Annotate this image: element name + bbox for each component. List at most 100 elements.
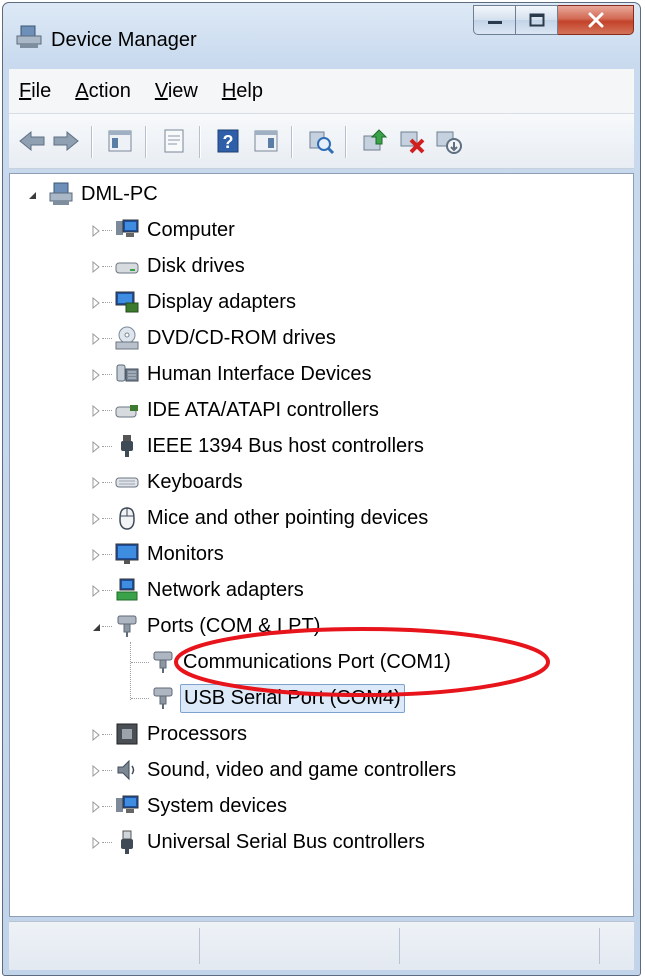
help-icon[interactable]: ? [213,126,243,156]
device-manager-window: Device Manager File Action View Help ? D… [2,2,641,976]
tree-node-label: Communications Port (COM1) [183,650,451,673]
tree-connector-line [102,374,112,376]
expand-arrow-icon[interactable] [90,548,102,562]
tree-category-computer[interactable]: Computer [114,214,238,246]
tree-root-dml-pc[interactable]: DML-PC [48,178,161,210]
tree-node-label: Keyboards [147,470,243,493]
collapse-arrow-icon[interactable] [26,188,38,200]
menu-action[interactable]: Action [75,78,131,105]
hid-icon [114,361,140,387]
tree-category-human-interface-devices[interactable]: Human Interface Devices [114,358,375,390]
tree-node-label: IEEE 1394 Bus host controllers [147,434,424,457]
computer-root-icon [48,181,74,207]
tree-node-label: Network adapters [147,578,304,601]
device-manager-icon [16,25,42,48]
menu-file[interactable]: File [19,78,51,105]
tree-connector-line [131,662,149,664]
menu-label-rest: iew [167,79,198,102]
svg-text:?: ? [223,132,234,152]
expand-arrow-icon[interactable] [90,332,102,346]
expand-arrow-icon[interactable] [90,260,102,274]
device-tree-pane[interactable]: DML-PC Computer Disk drives Display adapter… [9,173,634,917]
tree-category-keyboards[interactable]: Keyboards [114,466,246,498]
back-icon[interactable] [17,126,47,156]
close-button[interactable] [558,5,634,35]
expand-arrow-icon[interactable] [90,764,102,778]
properties-icon[interactable] [159,126,189,156]
tree-connector-line [102,554,112,556]
system-device-icon [114,793,140,819]
maximize-button[interactable] [516,5,558,35]
tree-category-universal-serial-bus-controllers[interactable]: Universal Serial Bus controllers [114,826,428,858]
tree-category-monitors[interactable]: Monitors [114,538,227,570]
mouse-icon [114,505,140,531]
expand-arrow-icon[interactable] [90,296,102,310]
tree-category-system-devices[interactable]: System devices [114,790,290,822]
tree-category-processors[interactable]: Processors [114,718,250,750]
show-hide-console-tree-icon[interactable] [105,126,135,156]
expand-arrow-icon[interactable] [90,728,102,742]
tree-connector-line [102,518,112,520]
minimize-button[interactable] [473,5,516,35]
tree-category-disk-drives[interactable]: Disk drives [114,250,248,282]
scan-hardware-icon[interactable] [305,126,335,156]
tree-category-display-adapters[interactable]: Display adapters [114,286,299,318]
tree-node-label: Display adapters [147,290,296,313]
tree-connector-line [102,410,112,412]
close-icon [588,12,603,28]
tree-connector-line [102,266,112,268]
status-cell [199,928,400,964]
tree-node-label: System devices [147,794,288,817]
menu-view[interactable]: View [155,78,198,105]
tree-node-label: Processors [147,722,248,745]
tree-category-ieee-1394-bus-host-controllers[interactable]: IEEE 1394 Bus host controllers [114,430,427,462]
tree-connector-line [102,806,112,808]
status-bar [9,921,634,970]
tree-category-dvd-cd-rom-drives[interactable]: DVD/CD-ROM drives [114,322,339,354]
expand-arrow-icon[interactable] [90,836,102,850]
toolbar-separator [291,126,293,158]
tree-node-label: Computer [147,218,235,241]
forward-icon[interactable] [51,126,81,156]
tree-node-label: Sound, video and game controllers [147,758,457,781]
tree-category-ports-com-lpt[interactable]: Ports (COM & LPT) [114,610,323,642]
expand-arrow-icon[interactable] [90,476,102,490]
disk-drive-icon [114,253,140,279]
tree-device-communications-port-com1[interactable]: Communications Port (COM1) [150,646,454,678]
collapse-arrow-icon[interactable] [90,620,102,632]
tree-connector-line [131,698,149,700]
tree-node-label: DVD/CD-ROM drives [147,326,336,349]
toolbar-separator [199,126,201,158]
expand-arrow-icon[interactable] [90,440,102,454]
toolbar-separator [91,126,93,158]
update-driver-icon[interactable] [359,126,389,156]
tree-node-label: DML-PC [81,182,158,205]
menu-help[interactable]: Help [222,78,263,105]
tree-category-network-adapters[interactable]: Network adapters [114,574,307,606]
expand-arrow-icon[interactable] [90,224,102,238]
menu-accelerator-key: F [19,79,32,102]
tree-node-label: IDE ATA/ATAPI controllers [147,398,379,421]
sound-icon [114,757,140,783]
tree-device-usb-serial-port-com4[interactable]: USB Serial Port (COM4) [150,682,405,714]
menu-accelerator-key: A [75,79,89,102]
toolbar-separator [145,126,147,158]
tree-node-label: Ports (COM & LPT) [147,614,321,637]
title-bar[interactable]: Device Manager [3,3,640,65]
disable-device-icon[interactable] [433,126,463,156]
tree-category-ide-ata-atapi-controllers[interactable]: IDE ATA/ATAPI controllers [114,394,382,426]
menu-label-rest: elp [236,79,263,102]
tree-category-sound-video-and-game-controllers[interactable]: Sound, video and game controllers [114,754,459,786]
uninstall-icon[interactable] [397,126,427,156]
expand-arrow-icon[interactable] [90,584,102,598]
window-title: Device Manager [51,29,197,51]
tree-category-mice-and-other-pointing-devices[interactable]: Mice and other pointing devices [114,502,431,534]
expand-arrow-icon[interactable] [90,368,102,382]
menu-accelerator-key: H [221,79,237,102]
expand-arrow-icon[interactable] [90,512,102,526]
computer-icon [114,217,140,243]
ieee1394-icon [114,433,140,459]
expand-arrow-icon[interactable] [90,800,102,814]
show-action-pane-icon[interactable] [251,126,281,156]
expand-arrow-icon[interactable] [90,404,102,418]
